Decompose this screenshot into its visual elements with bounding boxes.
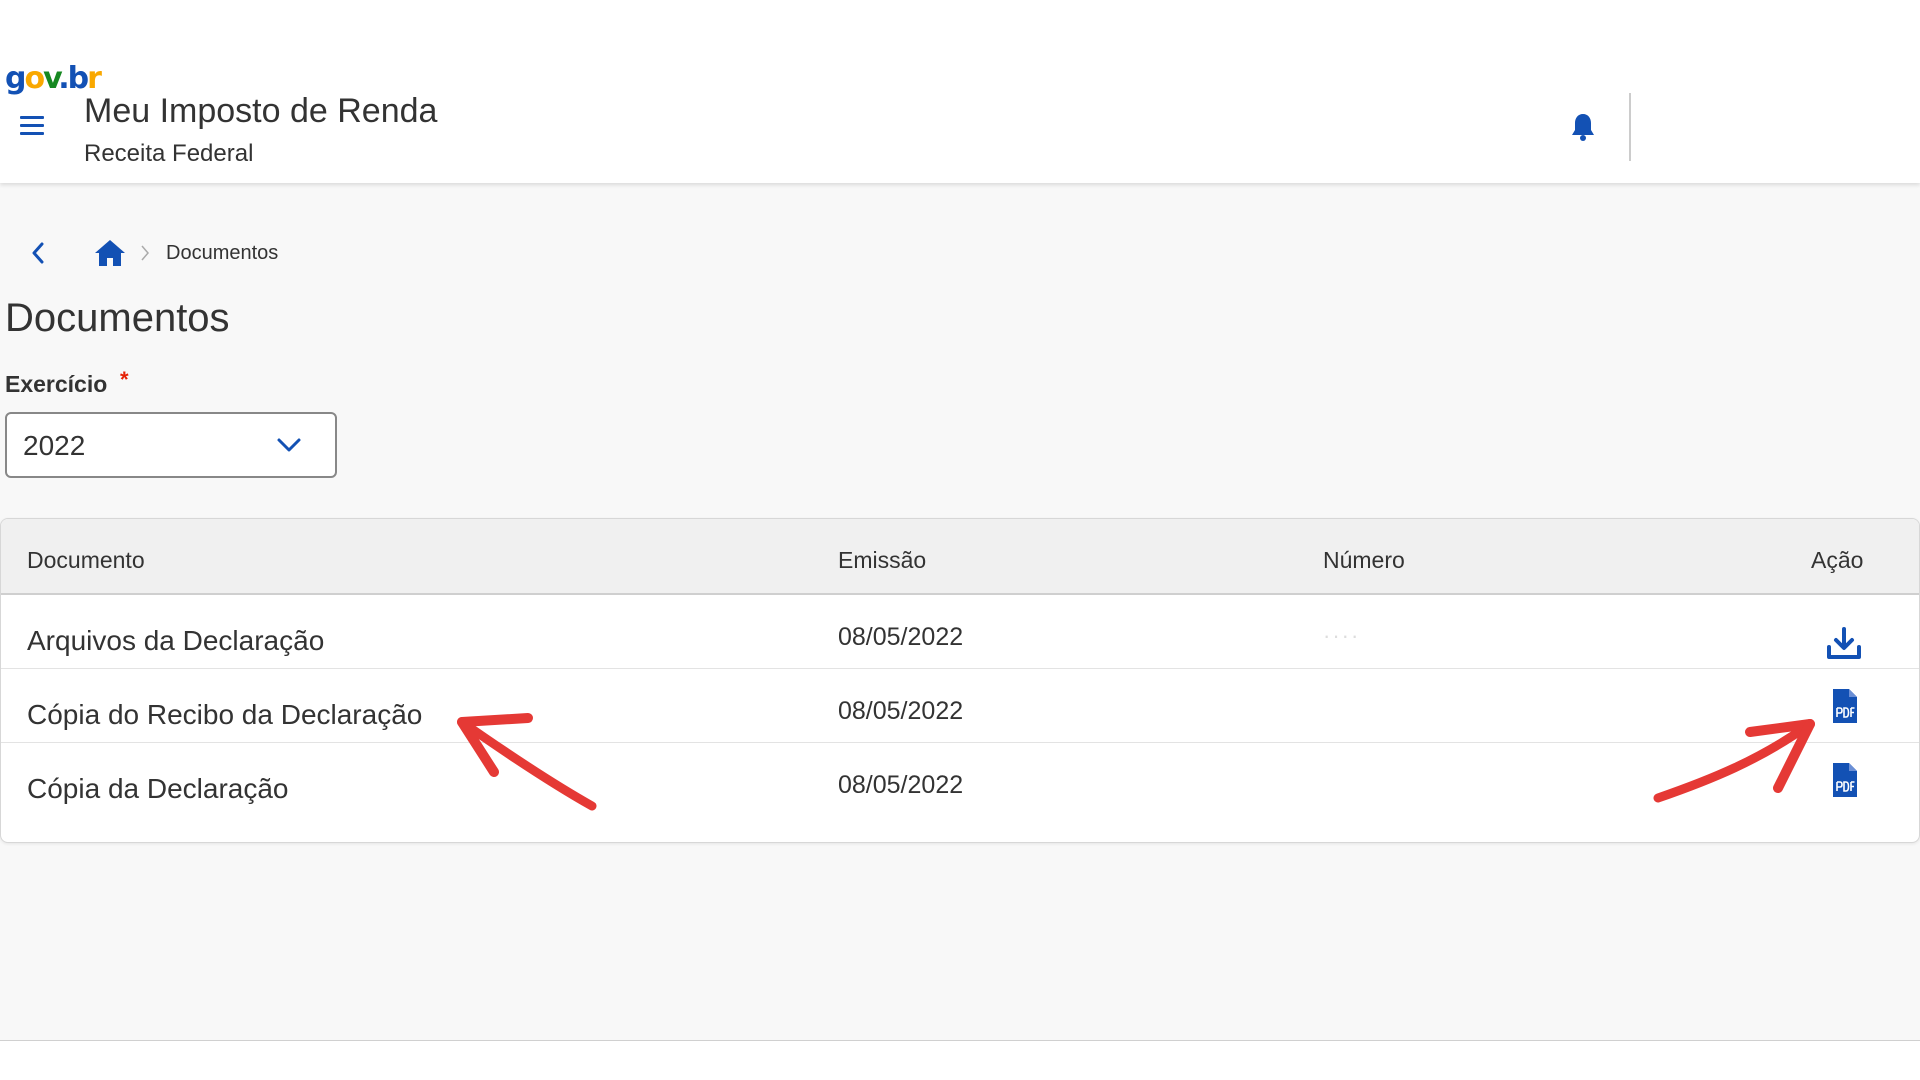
document-name: Cópia da Declaração xyxy=(27,773,289,804)
logo-dot: . xyxy=(58,61,69,96)
chevron-down-icon xyxy=(275,434,303,456)
table-row: Cópia da Declaração 08/05/2022 xyxy=(1,743,1919,817)
column-header-emissao: Emissão xyxy=(838,547,927,573)
required-mark: * xyxy=(120,367,129,392)
chevron-right-icon xyxy=(140,243,154,263)
app-title: Meu Imposto de Renda xyxy=(84,92,438,130)
logo-letter-g: g xyxy=(5,61,27,96)
column-header-acao: Ação xyxy=(1811,547,1864,573)
table-row: Arquivos da Declaração 08/05/2022 ···· xyxy=(1,595,1919,669)
main-content: Documentos Documentos Exercício * 2022 D… xyxy=(0,183,1920,1040)
emission-date: 08/05/2022 xyxy=(838,697,964,725)
document-name: Arquivos da Declaração xyxy=(27,625,325,656)
logo-letter-v: v xyxy=(43,61,60,96)
exercicio-select[interactable]: 2022 xyxy=(5,412,337,478)
exercicio-select-value: 2022 xyxy=(23,430,86,461)
bell-icon[interactable] xyxy=(1570,112,1596,142)
pdf-icon[interactable] xyxy=(1825,761,1863,799)
exercicio-label: Exercício xyxy=(5,371,108,397)
logo-letter-r: r xyxy=(87,61,102,96)
header-divider xyxy=(1629,93,1631,161)
chevron-left-icon[interactable] xyxy=(26,238,50,268)
app-subtitle: Receita Federal xyxy=(84,140,254,167)
logo-letter-o: o xyxy=(24,61,45,96)
breadcrumb-current: Documentos xyxy=(166,241,279,264)
breadcrumb: Documentos xyxy=(26,238,278,268)
table-header: Documento Emissão Número Ação xyxy=(1,519,1919,595)
emission-date: 08/05/2022 xyxy=(838,771,964,799)
document-name: Cópia do Recibo da Declaração xyxy=(27,699,423,730)
document-number-redacted: ···· xyxy=(1323,623,1361,648)
emission-date: 08/05/2022 xyxy=(838,623,964,651)
page-title: Documentos xyxy=(5,296,230,340)
documents-table: Documento Emissão Número Ação Arquivos d… xyxy=(0,518,1920,843)
govbr-logo[interactable]: gov.br xyxy=(5,61,102,96)
table-row: Cópia do Recibo da Declaração 08/05/2022 xyxy=(1,669,1919,743)
column-header-numero: Número xyxy=(1323,547,1405,573)
column-header-documento: Documento xyxy=(27,547,145,573)
hamburger-menu-icon[interactable] xyxy=(20,116,44,138)
logo-letter-b: b xyxy=(67,61,90,96)
pdf-icon[interactable] xyxy=(1825,687,1863,725)
footer xyxy=(0,1041,1920,1080)
download-icon[interactable] xyxy=(1825,625,1863,663)
home-icon[interactable] xyxy=(94,238,126,268)
app-header: gov.br Meu Imposto de Renda Receita Fede… xyxy=(0,0,1920,183)
